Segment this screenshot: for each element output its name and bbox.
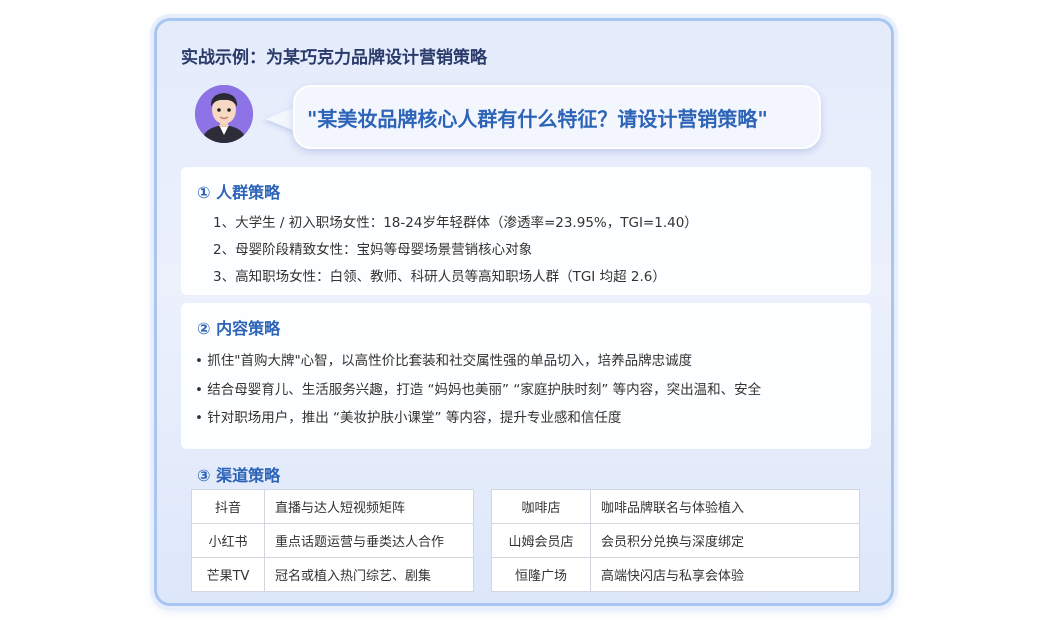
table-row: 咖啡店 咖啡品牌联名与体验植入	[491, 489, 860, 524]
card-title: 实战示例：为某巧克力品牌设计营销策略	[181, 48, 487, 68]
table-row: 山姆会员店 会员积分兑换与深度绑定	[491, 523, 860, 558]
question-text: "某美妆品牌核心人群有什么特征？请设计营销策略"	[307, 106, 768, 131]
channel-name: 恒隆广场	[491, 557, 591, 592]
channel-strategy: 会员积分兑换与深度绑定	[590, 523, 860, 558]
channel-name: 小红书	[191, 523, 265, 558]
content-strategy-panel: ② 内容策略 • 抓住"首购大牌"心智，以高性价比套装和社交属性强的单品切入，培…	[181, 303, 871, 449]
channel-strategy: 重点话题运营与垂类达人合作	[264, 523, 474, 558]
example-card: 实战示例：为某巧克力品牌设计营销策略 "某美妆品牌核心人群有什么特征？请设计营销…	[154, 18, 894, 606]
channel-strategy: 咖啡品牌联名与体验植入	[590, 489, 860, 524]
channel-strategy: 直播与达人短视频矩阵	[264, 489, 474, 524]
speech-bubble-tail	[265, 107, 295, 131]
content-strategy-heading: ② 内容策略	[197, 319, 281, 338]
audience-item: 2、母婴阶段精致女性：宝妈等母婴场景营销核心对象	[213, 242, 533, 258]
table-row: 抖音 直播与达人短视频矩阵	[191, 489, 474, 524]
question-bubble: "某美妆品牌核心人群有什么特征？请设计营销策略"	[293, 85, 821, 149]
channel-strategy-heading: ③ 渠道策略	[197, 466, 281, 485]
offline-channel-table: 咖啡店 咖啡品牌联名与体验植入 山姆会员店 会员积分兑换与深度绑定 恒隆广场 高…	[491, 489, 860, 592]
channel-name: 山姆会员店	[491, 523, 591, 558]
audience-strategy-panel: ① 人群策略 1、大学生 / 初入职场女性：18-24岁年轻群体（渗透率=23.…	[181, 167, 871, 295]
audience-strategy-heading: ① 人群策略	[197, 183, 281, 202]
channel-strategy: 高端快闪店与私享会体验	[590, 557, 860, 592]
user-avatar-icon	[195, 85, 253, 143]
table-row: 恒隆广场 高端快闪店与私享会体验	[491, 557, 860, 592]
audience-item: 1、大学生 / 初入职场女性：18-24岁年轻群体（渗透率=23.95%，TGI…	[213, 215, 698, 231]
channel-name: 抖音	[191, 489, 265, 524]
content-item: • 抓住"首购大牌"心智，以高性价比套装和社交属性强的单品切入，培养品牌忠诚度	[195, 353, 693, 369]
content-item: • 针对职场用户，推出 “美妆护肤小课堂” 等内容，提升专业感和信任度	[195, 410, 622, 426]
content-item: • 结合母婴育儿、生活服务兴趣，打造 “妈妈也美丽” “家庭护肤时刻” 等内容，…	[195, 382, 762, 398]
table-row: 芒果TV 冠名或植入热门综艺、剧集	[191, 557, 474, 592]
audience-item: 3、高知职场女性：白领、教师、科研人员等高知职场人群（TGI 均超 2.6）	[213, 269, 666, 285]
online-channel-table: 抖音 直播与达人短视频矩阵 小红书 重点话题运营与垂类达人合作 芒果TV 冠名或…	[191, 489, 474, 592]
table-row: 小红书 重点话题运营与垂类达人合作	[191, 523, 474, 558]
channel-name: 芒果TV	[191, 557, 265, 592]
channel-strategy: 冠名或植入热门综艺、剧集	[264, 557, 474, 592]
channel-name: 咖啡店	[491, 489, 591, 524]
